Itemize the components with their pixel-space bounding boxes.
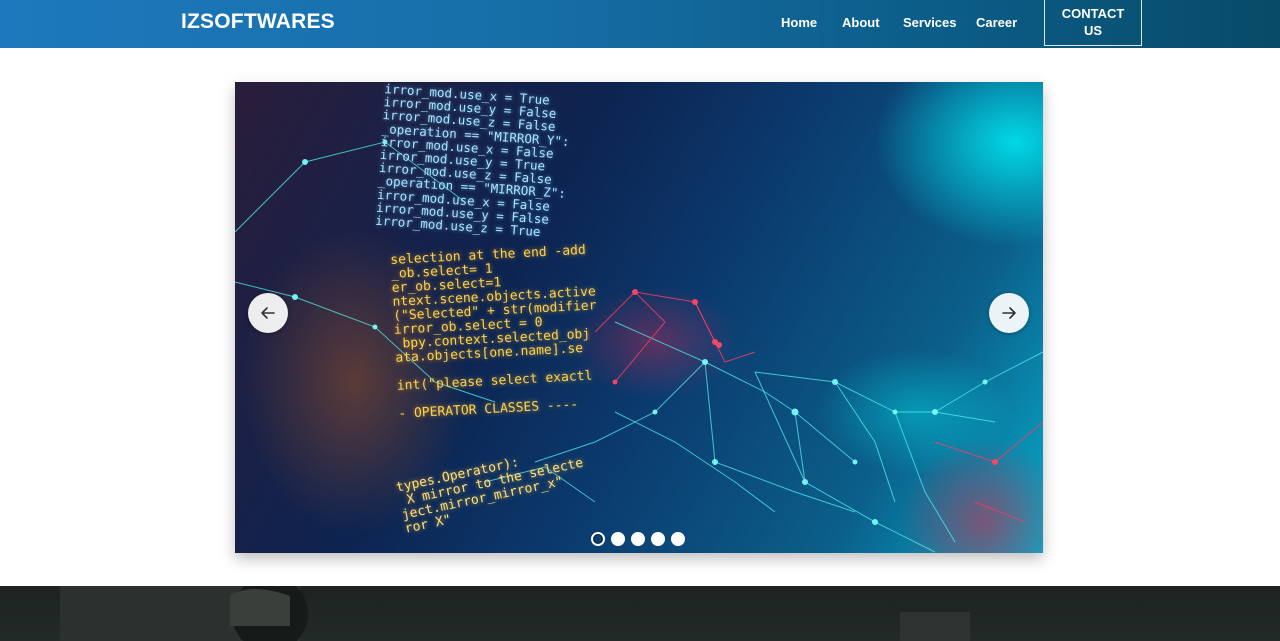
nav-about[interactable]: About	[842, 15, 880, 30]
code-text-yellow: selection at the end -add _ob.select= 1 …	[389, 242, 597, 422]
carousel-indicators	[591, 532, 685, 546]
carousel-next-button[interactable]	[989, 293, 1029, 333]
network-graphic	[235, 139, 1043, 553]
dark-banner-section	[0, 586, 1280, 641]
carousel-dot-4[interactable]	[651, 532, 665, 546]
carousel-dot-1[interactable]	[591, 532, 605, 546]
brand-logo[interactable]: IZSOFTWARES	[181, 10, 335, 34]
contact-us-button[interactable]: CONTACT US	[1044, 0, 1142, 46]
arrow-left-icon	[261, 307, 275, 319]
nav-services[interactable]: Services	[903, 15, 957, 30]
carousel-prev-button[interactable]	[248, 293, 288, 333]
code-text-blue: irror_mod.use_x = True irror_mod.use_y =…	[374, 82, 571, 240]
carousel-dot-2[interactable]	[611, 532, 625, 546]
arrow-right-icon	[1002, 307, 1016, 319]
carousel-dot-5[interactable]	[671, 532, 685, 546]
banner-background-graphic	[60, 586, 970, 641]
carousel-dot-3[interactable]	[631, 532, 645, 546]
nav-home[interactable]: Home	[781, 15, 817, 30]
hero-carousel: irror_mod.use_x = True irror_mod.use_y =…	[235, 82, 1043, 553]
navbar: IZSOFTWARES Home About Services Career C…	[0, 0, 1280, 48]
nav-career[interactable]: Career	[976, 15, 1017, 30]
